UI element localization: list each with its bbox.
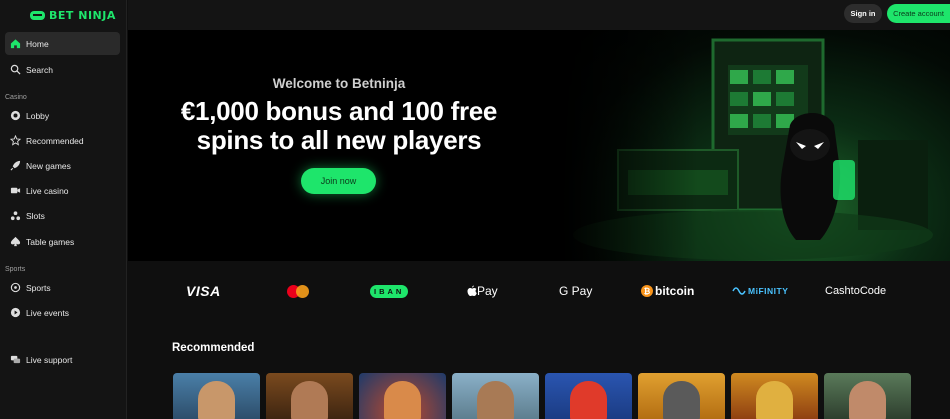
sidebar-item-sports[interactable]: Sports xyxy=(5,276,120,299)
sidebar-item-slots[interactable]: Slots xyxy=(5,204,120,227)
apple-pay-logo: Pay xyxy=(467,283,498,299)
home-icon xyxy=(10,38,21,49)
hero-fade xyxy=(558,30,698,261)
iban-logo: IBAN xyxy=(370,283,409,299)
star-icon xyxy=(10,135,21,146)
sidebar-item-label: Recommended xyxy=(26,135,84,146)
section-label-casino: Casino xyxy=(5,94,27,101)
ninja-mask-icon xyxy=(30,10,45,20)
game-tile[interactable] xyxy=(638,373,725,419)
game-tile[interactable] xyxy=(266,373,353,419)
logo[interactable]: BET NINJA xyxy=(30,8,116,22)
sidebar-item-new-games[interactable]: New games xyxy=(5,154,120,177)
sidebar-item-lobby[interactable]: Lobby xyxy=(5,104,120,127)
sidebar-item-search[interactable]: Search xyxy=(5,58,120,81)
join-now-button[interactable]: Join now xyxy=(301,168,376,194)
sidebar-item-label: Live events xyxy=(26,307,69,318)
bitcoin-logo: ₿ bitcoin xyxy=(641,283,694,299)
bitcoin-icon: ₿ xyxy=(641,285,653,297)
recommended-heading: Recommended xyxy=(172,342,255,354)
lobby-icon xyxy=(10,110,21,121)
game-thumbnail xyxy=(849,381,886,419)
game-thumbnail xyxy=(477,381,514,419)
mifinity-logo: MiFINITY xyxy=(732,283,788,299)
chat-icon xyxy=(10,354,21,365)
hero-banner: Welcome to Betninja €1,000 bonus and 100… xyxy=(128,30,950,261)
hero-welcome-text: Welcome to Betninja xyxy=(272,76,406,91)
game-tile[interactable] xyxy=(731,373,818,419)
mifinity-icon xyxy=(732,287,746,295)
sidebar-item-live-casino[interactable]: Live casino xyxy=(5,179,120,202)
hero-headline-line-2: spins to all new players xyxy=(196,125,482,155)
visa-logo: VISA xyxy=(186,283,221,299)
spade-icon xyxy=(10,236,21,247)
hero-headline-line-1: €1,000 bonus and 100 free xyxy=(180,96,498,126)
cashtocode-logo: CashtoCode xyxy=(825,285,887,297)
game-thumbnail xyxy=(570,381,607,419)
sidebar-item-table-games[interactable]: Table games xyxy=(5,230,120,253)
bitcoin-text: bitcoin xyxy=(655,284,695,298)
sidebar-item-label: Live casino xyxy=(26,185,69,196)
sidebar-item-label: Slots xyxy=(26,210,45,221)
sidebar-item-label: Search xyxy=(26,64,53,75)
create-account-button[interactable]: Create account xyxy=(887,4,950,23)
hero-headline: €1,000 bonus and 100 free spins to all n… xyxy=(128,97,550,155)
slots-icon xyxy=(10,210,21,221)
game-tile[interactable] xyxy=(359,373,446,419)
sidebar-item-label: Table games xyxy=(26,236,75,247)
sidebar-item-label: Sports xyxy=(26,282,51,293)
sidebar-item-live-events[interactable]: Live events xyxy=(5,301,120,324)
game-thumbnail xyxy=(198,381,235,419)
live-casino-icon xyxy=(10,185,21,196)
play-icon xyxy=(10,307,21,318)
game-tile[interactable] xyxy=(824,373,911,419)
sidebar: BET NINJA Home Search Casino Lobby Recom… xyxy=(0,0,127,419)
rocket-icon xyxy=(10,160,21,171)
game-thumbnail xyxy=(756,381,793,419)
sidebar-item-label: Home xyxy=(26,38,49,49)
logo-text: BET NINJA xyxy=(49,8,116,22)
sign-in-button[interactable]: Sign in xyxy=(844,4,882,23)
sidebar-item-label: New games xyxy=(26,160,71,171)
game-thumbnail xyxy=(291,381,328,419)
sidebar-item-live-support[interactable]: Live support xyxy=(5,348,120,371)
game-thumbnail xyxy=(663,381,700,419)
mastercard-logo xyxy=(287,283,311,299)
ball-icon xyxy=(10,282,21,293)
sidebar-item-label: Live support xyxy=(26,354,73,365)
game-tile[interactable] xyxy=(545,373,632,419)
sidebar-item-home[interactable]: Home xyxy=(5,32,120,55)
topbar xyxy=(128,0,950,30)
sidebar-item-recommended[interactable]: Recommended xyxy=(5,129,120,152)
search-icon xyxy=(10,64,21,75)
section-label-sports: Sports xyxy=(5,266,26,273)
payment-methods: VISA IBAN Pay G Pay ₿ bitcoin MiFINITY C… xyxy=(128,261,950,321)
apple-pay-text: Pay xyxy=(477,284,498,298)
iban-text: IBAN xyxy=(370,284,409,298)
app: BET NINJA Home Search Casino Lobby Recom… xyxy=(0,0,950,419)
mastercard-icon xyxy=(287,284,311,298)
game-tile[interactable] xyxy=(452,373,539,419)
sidebar-item-label: Lobby xyxy=(26,110,50,121)
apple-icon xyxy=(467,285,477,296)
game-thumbnail xyxy=(384,381,421,419)
mifinity-text: MiFINITY xyxy=(748,286,789,296)
game-tile[interactable] xyxy=(173,373,260,419)
google-pay-logo: G Pay xyxy=(559,284,593,298)
